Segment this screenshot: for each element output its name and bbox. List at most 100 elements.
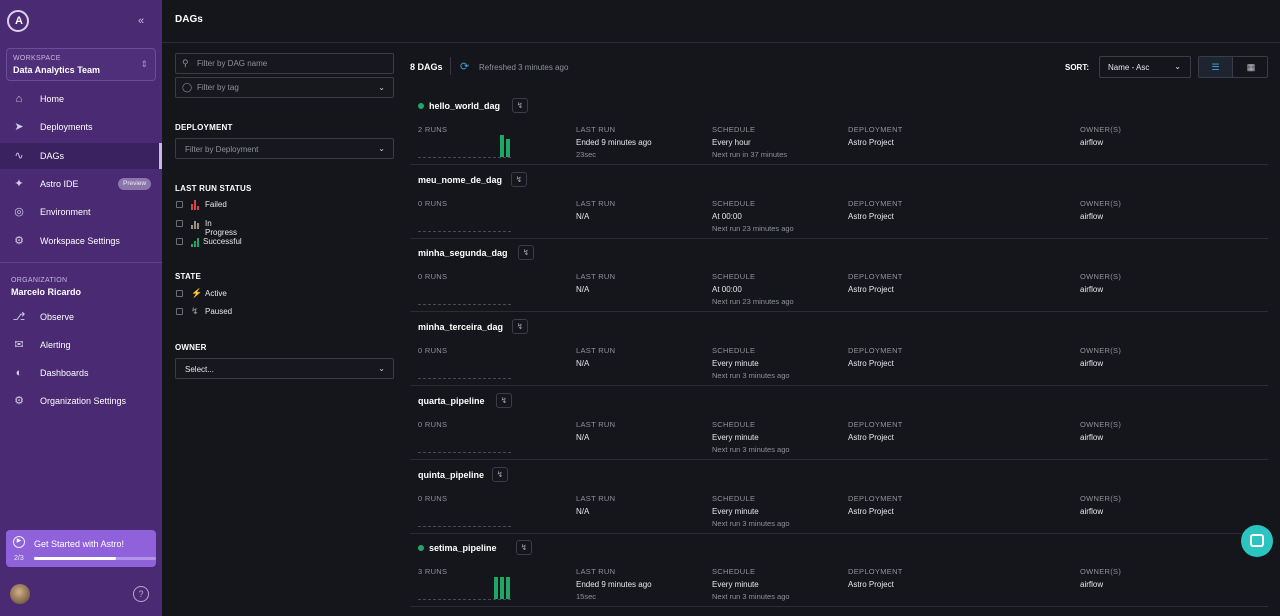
next-run: Next run in 37 minutes bbox=[712, 150, 788, 159]
run-bar[interactable] bbox=[506, 139, 510, 157]
dag-name[interactable]: minha_segunda_dag bbox=[418, 248, 508, 258]
owner-value: airflow bbox=[1080, 211, 1104, 221]
deployment-value[interactable]: Astro Project bbox=[848, 433, 894, 442]
organization-name: Marcelo Ricardo bbox=[11, 287, 82, 297]
sidebar-item-observe[interactable]: ⎇ Observe bbox=[0, 304, 162, 330]
sidebar-item-workspace-settings[interactable]: ⚙ Workspace Settings bbox=[0, 228, 162, 254]
dag-name-input[interactable] bbox=[176, 54, 393, 73]
checkbox[interactable] bbox=[176, 201, 183, 208]
dag-row[interactable]: meu_nome_de_dag ↯ 0 RUNS LAST RUN N/A SCHEDUL… bbox=[410, 165, 1268, 239]
schedule-header: SCHEDULE bbox=[712, 419, 756, 429]
deployment-header: DEPLOYMENT bbox=[848, 125, 903, 134]
sidebar-divider bbox=[0, 262, 162, 263]
sidebar-item-deployments[interactable]: ➤ Deployments bbox=[0, 114, 162, 140]
list-view-icon[interactable]: ☰ bbox=[1199, 57, 1233, 77]
last-run-value: N/A bbox=[576, 285, 590, 295]
sidebar-item-label: Workspace Settings bbox=[40, 236, 120, 246]
pause-toggle-icon[interactable]: ↯ bbox=[512, 319, 528, 335]
workspace-name: Data Analytics Team bbox=[13, 65, 101, 75]
dag-name[interactable]: setima_pipeline bbox=[429, 543, 497, 553]
checkbox[interactable] bbox=[176, 290, 183, 297]
runs-baseline bbox=[418, 599, 511, 601]
dag-row[interactable]: minha_terceira_dag ↯ 0 RUNS LAST RUN N/A SCHE… bbox=[410, 312, 1268, 387]
schedule-value: At 00:00 bbox=[712, 285, 742, 295]
dag-name[interactable]: minha_terceira_dag bbox=[418, 322, 503, 332]
sidebar-item-environment[interactable]: ◎ Environment bbox=[0, 199, 162, 225]
pause-toggle-icon[interactable]: ↯ bbox=[496, 392, 512, 408]
checkbox[interactable] bbox=[176, 308, 183, 315]
run-bar[interactable] bbox=[500, 135, 504, 157]
runs-chart bbox=[492, 502, 522, 526]
deployment-value[interactable]: Astro Project bbox=[848, 212, 894, 221]
sidebar-item-label: Alerting bbox=[40, 340, 71, 350]
option-label: Successful bbox=[203, 237, 242, 246]
gear-icon: ⚙ bbox=[14, 395, 24, 407]
dag-name[interactable]: quarta_pipeline bbox=[418, 396, 485, 406]
owner-select[interactable]: Select... ⌄ bbox=[175, 358, 394, 379]
tag-input[interactable] bbox=[176, 78, 393, 97]
avatar[interactable] bbox=[10, 584, 30, 604]
get-started-card[interactable]: ▶ Get Started with Astro! 2/3 bbox=[6, 530, 156, 567]
deployment-value[interactable]: Astro Project bbox=[848, 580, 894, 589]
deployment-value[interactable]: Astro Project bbox=[848, 359, 894, 368]
sidebar-item-label: Organization Settings bbox=[40, 396, 127, 406]
astro-logo-icon[interactable]: A bbox=[7, 10, 29, 32]
run-bar[interactable] bbox=[500, 577, 504, 600]
owner-value: airflow bbox=[1080, 506, 1104, 516]
dag-name[interactable]: meu_nome_de_dag bbox=[418, 175, 502, 185]
pause-toggle-icon[interactable]: ↯ bbox=[511, 171, 527, 187]
dag-row[interactable]: quinta_pipeline ↯ 0 RUNS LAST RUN N/A SCHEDUL… bbox=[410, 460, 1268, 534]
chat-support-button[interactable] bbox=[1241, 525, 1273, 557]
dag-row[interactable]: hello_world_dag ↯ 2 RUNS LAST RUN Ended 9 mi… bbox=[410, 91, 1268, 165]
help-icon[interactable]: ? bbox=[133, 586, 149, 602]
deployment-value[interactable]: Astro Project bbox=[848, 138, 894, 147]
sidebar-item-organization-settings[interactable]: ⚙ Organization Settings bbox=[0, 388, 162, 414]
checkbox[interactable] bbox=[176, 238, 183, 245]
run-bar[interactable] bbox=[506, 577, 510, 600]
deployment-header: DEPLOYMENT bbox=[848, 346, 903, 356]
last-run-value: N/A bbox=[576, 432, 590, 442]
last-run-header: LAST RUN bbox=[576, 567, 616, 577]
dag-row[interactable]: quarta_pipeline ↯ 0 RUNS LAST RUN N/A SCHEDUL… bbox=[410, 386, 1268, 460]
checkbox[interactable] bbox=[176, 220, 183, 227]
dag-name-filter[interactable]: ⚲ bbox=[175, 53, 394, 74]
sort-select[interactable]: Name - Asc ⌄ bbox=[1099, 56, 1191, 78]
get-started-progress-bar bbox=[34, 557, 156, 560]
deployment-select[interactable]: Filter by Deployment ⌄ bbox=[175, 138, 394, 159]
page-title: DAGs bbox=[175, 14, 203, 25]
pause-toggle-icon[interactable]: ↯ bbox=[518, 245, 534, 261]
workspace-switcher[interactable]: WORKSPACE Data Analytics Team ⇕ bbox=[6, 48, 156, 81]
last-run-header: LAST RUN bbox=[576, 272, 616, 282]
deployment-value[interactable]: Astro Project bbox=[848, 507, 894, 516]
runs-baseline bbox=[418, 525, 511, 527]
dag-row[interactable]: minha_segunda_dag ↯ 0 RUNS LAST RUN N/A SCHED… bbox=[410, 238, 1268, 313]
sidebar-item-home[interactable]: ⌂ Home bbox=[0, 86, 162, 112]
collapse-sidebar-icon[interactable]: « bbox=[138, 15, 144, 27]
last-run-header: LAST RUN bbox=[576, 419, 616, 429]
dag-name[interactable]: quinta_pipeline bbox=[418, 470, 484, 480]
dag-row[interactable]: setima_pipeline ↯ 3 RUNS LAST RUN Ended 9 mi… bbox=[410, 533, 1268, 608]
pause-toggle-icon[interactable]: ↯ bbox=[516, 540, 532, 556]
sidebar-item-dags[interactable]: ∿ DAGs bbox=[0, 143, 162, 169]
sidebar-item-astro-ide[interactable]: ✦ Astro IDE Preview bbox=[0, 171, 162, 197]
sidebar-item-alerting[interactable]: ✉ Alerting bbox=[0, 332, 162, 358]
sidebar-item-dashboards[interactable]: ◐ Dashboards bbox=[0, 360, 162, 386]
run-bar[interactable] bbox=[494, 577, 498, 600]
pause-toggle-icon[interactable]: ↯ bbox=[492, 466, 508, 482]
pause-toggle-icon[interactable]: ↯ bbox=[512, 98, 528, 113]
runs-chart bbox=[492, 133, 522, 157]
schedule-value: At 00:00 bbox=[712, 211, 742, 221]
dag-name[interactable]: hello_world_dag bbox=[429, 101, 500, 111]
last-run-value: N/A bbox=[576, 506, 590, 516]
schedule-header: SCHEDULE bbox=[712, 198, 756, 208]
dag-count: 8 DAGs bbox=[410, 62, 443, 72]
last-run-header: LAST RUN bbox=[576, 125, 616, 134]
runs-chart bbox=[492, 207, 522, 231]
grid-view-icon[interactable]: ▦ bbox=[1234, 57, 1268, 77]
schedule-value: Every minute bbox=[712, 506, 759, 516]
sparkle-icon: ✦ bbox=[14, 178, 24, 190]
refresh-icon[interactable]: ⟳ bbox=[460, 60, 469, 73]
tag-filter[interactable]: ◯ ⌄ bbox=[175, 77, 394, 98]
sidebar-item-label: Dashboards bbox=[40, 368, 89, 378]
deployment-value[interactable]: Astro Project bbox=[848, 285, 894, 294]
